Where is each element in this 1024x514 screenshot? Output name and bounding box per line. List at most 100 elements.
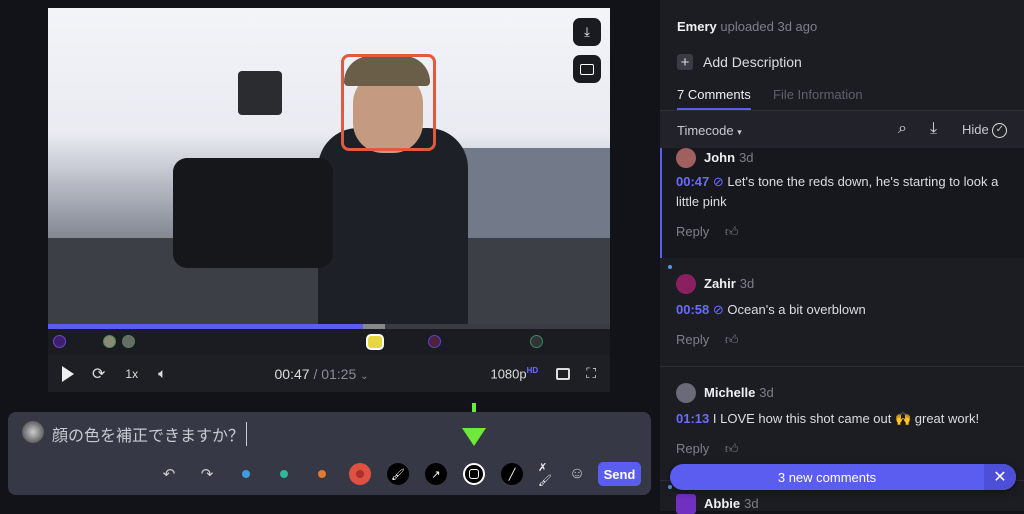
upload-info: uploaded 3d ago (720, 19, 818, 34)
comments-panel: Emery uploaded 3d ago + Add Description … (660, 0, 1024, 514)
uploader-name: Emery (677, 19, 717, 34)
comment-marker[interactable] (122, 335, 135, 348)
comment-author: John (704, 150, 736, 166)
sort-dropdown[interactable]: Timecode ▾ (677, 123, 742, 138)
brush-icon: 🖌︎ (391, 468, 405, 481)
color-teal[interactable] (273, 463, 295, 485)
camera-rig (173, 158, 333, 268)
current-comment-marker[interactable] (366, 334, 384, 350)
comment-age: 3d (759, 385, 774, 401)
comment-marker[interactable] (428, 335, 441, 348)
duration: / 01:25 (313, 365, 357, 382)
line-icon: ╱ (508, 468, 516, 481)
video-frame[interactable]: ⤓ (48, 8, 610, 324)
download-frame-button[interactable]: ⤓ (573, 18, 601, 46)
color-blue[interactable] (235, 463, 257, 485)
eraser-brush-icon: ✗🖌︎ (538, 462, 552, 487)
monitor (238, 71, 282, 115)
current-time: 00:47 (274, 365, 310, 382)
add-description-button[interactable]: + Add Description (677, 54, 802, 71)
arrow-head (462, 428, 486, 446)
aspect-icon[interactable] (556, 367, 571, 380)
hide-label: Hide (962, 122, 989, 137)
comment-marker[interactable] (53, 335, 66, 348)
search-icon[interactable]: ⌕ (898, 120, 907, 138)
timecode-display[interactable]: 00:47 / 01:25 ⌄ (275, 366, 369, 382)
like-icon[interactable]: 👍︎ (725, 332, 739, 347)
comment-age: 3d (739, 150, 754, 166)
avatar (676, 274, 696, 294)
like-icon[interactable]: 👍︎ (725, 441, 739, 456)
check-circle-icon: ✓ (992, 123, 1008, 139)
reply-button[interactable]: Reply (676, 332, 709, 347)
unread-dot (668, 485, 672, 489)
comment-timecode[interactable]: 01:13 (676, 411, 709, 426)
send-button[interactable]: Send (598, 462, 641, 486)
line-tool[interactable]: ╱ (501, 463, 523, 485)
comment-marker[interactable] (103, 335, 116, 348)
undo-icon[interactable]: ↶ (158, 463, 180, 485)
loop-icon[interactable]: ⟳ (92, 364, 105, 384)
clear-drawing-tool[interactable]: ✗🖌︎ (538, 462, 560, 487)
close-icon[interactable]: ✕ (984, 464, 1016, 490)
avatar (676, 494, 696, 514)
hide-resolved-button[interactable]: Hide ✓ (962, 122, 1008, 139)
hd-badge: HD (526, 365, 539, 375)
comment-item[interactable]: John 3d 00:47 ⊘ Let's tone the reds down,… (660, 148, 1024, 258)
play-icon[interactable] (62, 365, 74, 382)
comment-author: Abbie (704, 496, 741, 512)
redo-icon[interactable]: ↷ (196, 463, 218, 485)
chevron-down-icon: ⌄ (360, 370, 369, 382)
color-orange[interactable] (311, 463, 333, 485)
quality-label: 1080p (490, 366, 527, 382)
new-comments-banner[interactable]: 3 new comments ✕ (670, 464, 1016, 490)
tab-comments[interactable]: 7 Comments (677, 87, 751, 110)
comment-author: Michelle (704, 385, 756, 401)
sort-label: Timecode (677, 123, 734, 138)
tab-file-information[interactable]: File Information (773, 87, 863, 102)
comment-timecode[interactable]: 00:58 (676, 302, 709, 317)
comments-toolbar: Timecode ▾ ⌕ ⤓ Hide ✓ (660, 110, 1024, 148)
reply-button[interactable]: Reply (676, 224, 709, 239)
comment-input[interactable]: 顔の色を補正できますか？ (52, 422, 248, 446)
chevron-down-icon: ▾ (737, 127, 742, 137)
comment-age: 3d (739, 276, 755, 292)
download-icon: ⤓ (584, 24, 590, 39)
avatar (676, 148, 696, 168)
add-description-label: Add Description (703, 54, 802, 70)
unread-dot (668, 265, 672, 269)
fullscreen-icon[interactable]: ⛶ (586, 365, 596, 382)
like-icon[interactable]: 👍︎ (725, 224, 739, 239)
speed-button[interactable]: 1x (125, 367, 138, 381)
rectangle-annotation[interactable] (341, 54, 436, 151)
arrow-tool[interactable]: ↗ (425, 463, 447, 485)
comment-item[interactable]: Michelle 3d 01:13 I LOVE how this shot ca… (660, 368, 1024, 478)
comment-text: I LOVE how this shot came out 🙌 great wo… (712, 411, 980, 426)
annotation-icon: ⊘ (712, 302, 724, 317)
frame-icon (580, 63, 594, 75)
reply-button[interactable]: Reply (676, 441, 709, 456)
rectangle-tool[interactable] (463, 463, 485, 485)
avatar (22, 421, 44, 443)
color-red-selected[interactable] (349, 463, 371, 485)
volume-icon[interactable]: 🔈︎ (158, 365, 166, 382)
new-comments-label: 3 new comments (777, 469, 877, 485)
emoji-icon[interactable]: ☺ (566, 463, 588, 485)
rectangle-icon (469, 469, 479, 479)
quality-selector[interactable]: 1080pHD (490, 366, 538, 381)
comment-age: 3d (744, 496, 759, 512)
person-body (318, 128, 468, 324)
comment-author: Zahir (704, 276, 736, 292)
comment-timecode[interactable]: 00:47 (676, 174, 709, 189)
comment-composer: 顔の色を補正できますか？ ↶ ↷ 🖌︎ ↗ ╱ ✗🖌︎ ☺ Send (8, 412, 651, 495)
plus-icon: + (677, 54, 693, 71)
comment-text: Let's tone the reds down, he's starting … (676, 174, 999, 209)
comment-marker[interactable] (530, 335, 543, 348)
brush-tool[interactable]: 🖌︎ (387, 463, 409, 485)
compare-button[interactable] (573, 55, 601, 83)
comment-item[interactable]: Zahir 3d 00:58 ⊘ Ocean's a bit overblown … (660, 259, 1024, 367)
comment-text: Ocean's a bit overblown (727, 302, 866, 317)
player-controls: ⟳ 1x 🔈︎ 00:47 / 01:25 ⌄ 1080pHD ⛶ (48, 355, 610, 392)
avatar (676, 383, 696, 403)
download-icon[interactable]: ⤓ (930, 120, 937, 138)
